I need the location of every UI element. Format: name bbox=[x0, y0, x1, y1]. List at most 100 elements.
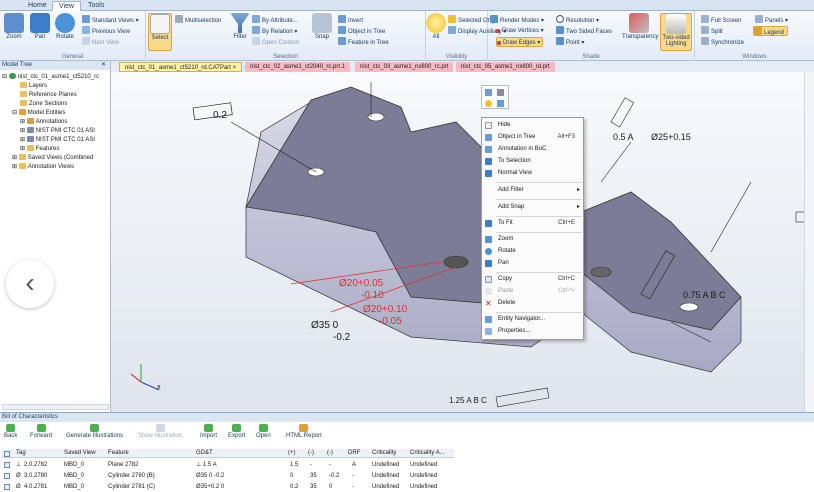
column-nominal[interactable]: (-) bbox=[308, 449, 314, 458]
table-row[interactable]: Ø 3.0.2780 MBD_0 Cylinder 2780 (B) Ø35 0 … bbox=[2, 471, 454, 481]
tab-view[interactable]: View bbox=[52, 1, 82, 11]
two-sided-faces-button[interactable]: Two Sided Faces bbox=[556, 26, 612, 36]
menu-item-paste[interactable]: Paste Ctrl+V bbox=[482, 286, 583, 297]
import-button[interactable]: Import bbox=[200, 424, 217, 439]
tree-item-annotation-views[interactable]: ⊞ Annotation Views bbox=[12, 163, 74, 171]
full-screen-button[interactable]: Full Screen bbox=[701, 15, 741, 25]
snap-button[interactable]: Snap bbox=[312, 13, 332, 40]
tree-item-annotations[interactable]: ⊞ Annotations bbox=[20, 118, 67, 126]
tab-tools[interactable]: Tools bbox=[82, 1, 110, 11]
tree-item-layers[interactable]: Layers bbox=[20, 82, 47, 90]
viewport-scrollbar[interactable] bbox=[804, 72, 814, 412]
split-button[interactable]: Split bbox=[701, 26, 723, 36]
point-button[interactable]: Point ▾ bbox=[556, 37, 584, 47]
resolution-button[interactable]: Resolution ▾ bbox=[556, 15, 599, 25]
tree-item-saved-views[interactable]: ⊞ Saved Views (Combined bbox=[12, 154, 93, 162]
menu-item-to-fit[interactable]: To Fit Ctrl+E bbox=[482, 218, 583, 229]
column-plus[interactable]: (+) bbox=[288, 449, 296, 458]
tab-home[interactable]: Home bbox=[22, 1, 53, 11]
zoom-button[interactable]: Zoom bbox=[4, 13, 24, 40]
panels-button[interactable]: Panels ▾ bbox=[755, 15, 788, 25]
column-gdt[interactable]: GD&T bbox=[196, 449, 213, 458]
previous-view-button[interactable]: Previous View bbox=[82, 26, 130, 36]
tree-item-zone-sections[interactable]: Zone Sections bbox=[20, 100, 67, 108]
draw-vertices-button[interactable]: Draw Vertices ▾ bbox=[496, 26, 544, 36]
menu-item-zoom[interactable]: Zoom bbox=[482, 234, 583, 245]
tree-horizontal-scrollbar[interactable] bbox=[2, 404, 109, 410]
html-report-button[interactable]: HTML Report bbox=[286, 424, 322, 439]
export-button[interactable]: Export bbox=[228, 424, 245, 439]
select-button[interactable]: Select bbox=[148, 13, 172, 51]
doc-tab-3[interactable]: nist_ctc_03_asme1_nx800_rc.prt bbox=[355, 62, 454, 72]
synchronize-button[interactable]: Synchronize bbox=[701, 37, 744, 47]
menu-item-rotate[interactable]: Rotate bbox=[482, 246, 583, 257]
generate-illustrations-button[interactable]: Generate Illustrations bbox=[66, 424, 123, 439]
menu-item-copy[interactable]: Copy Ctrl+C bbox=[482, 274, 583, 285]
transparency-button[interactable]: Transparency bbox=[622, 13, 658, 40]
render-modes-button[interactable]: Render Modes ▾ bbox=[490, 15, 544, 25]
row-checkbox[interactable] bbox=[4, 462, 10, 468]
menu-item-annotation-in-boc[interactable]: Annotation in BoC bbox=[482, 144, 583, 155]
open-context-button[interactable]: Open Context bbox=[252, 37, 299, 47]
column-saved-view[interactable]: Saved View bbox=[64, 449, 96, 458]
standard-views-button[interactable]: Standard Views ▾ bbox=[82, 15, 139, 25]
lightbulb-icon[interactable] bbox=[485, 100, 492, 107]
row-checkbox[interactable] bbox=[4, 473, 10, 479]
pan-button[interactable]: Pan bbox=[30, 13, 50, 40]
forward-icon bbox=[36, 424, 46, 432]
column-tag[interactable]: Tag bbox=[16, 449, 26, 458]
doc-tab-1[interactable]: nist_ctc_01_asme1_ct5210_rd.CATPart × bbox=[119, 62, 243, 72]
tree-item-pmi-2[interactable]: ⊞ NIST PMI CTC 01 ASI bbox=[20, 136, 95, 144]
tree-item-root[interactable]: ⊟ nist_ctc_01_asme1_ct5210_rc bbox=[2, 73, 99, 81]
invert-button[interactable]: Invert bbox=[338, 15, 363, 25]
column-feature[interactable]: Feature bbox=[108, 449, 129, 458]
tree-item-model-entities[interactable]: ⊟ Model Entities bbox=[12, 109, 65, 117]
forward-button[interactable]: Forward bbox=[30, 424, 52, 439]
tree-item-pmi-1[interactable]: ⊞ NIST PMI CTC 01 ASI bbox=[20, 127, 95, 135]
object-in-tree-button[interactable]: Object in Tree bbox=[338, 26, 385, 36]
column-drf[interactable]: DRF bbox=[348, 449, 360, 458]
feature-in-tree-button[interactable]: Feature in Tree bbox=[338, 37, 389, 47]
column-criticality-a[interactable]: Criticality A... bbox=[410, 449, 445, 458]
menu-item-properties[interactable]: Properties... bbox=[482, 326, 583, 337]
filter-button[interactable]: Filter bbox=[230, 13, 250, 40]
menu-item-normal-view[interactable]: Normal View bbox=[482, 168, 583, 179]
menu-item-hide[interactable]: Hide bbox=[482, 120, 583, 131]
doc-tab-4[interactable]: nist_ctc_05_asme1_nx800_rd.prt bbox=[456, 62, 555, 72]
close-icon[interactable]: × bbox=[233, 65, 237, 71]
back-button[interactable]: Back bbox=[4, 424, 17, 439]
menu-item-add-snap[interactable]: Add Snap ▸ bbox=[482, 202, 583, 213]
view-icon[interactable] bbox=[485, 89, 492, 96]
table-row[interactable]: ⊥ 2.0.2782 MBD_0 Plane 2782 ⊥ 1.5 A 1.5 -… bbox=[2, 460, 454, 470]
menu-item-delete[interactable]: ✕ Delete bbox=[482, 298, 583, 309]
open-button[interactable]: Open bbox=[256, 424, 271, 439]
table-row[interactable]: Ø 4.0.2781 MBD_0 Cylinder 2781 (C) Ø35+0.… bbox=[2, 482, 454, 492]
menu-item-pan[interactable]: Pan bbox=[482, 258, 583, 269]
two-sided-lighting-button[interactable]: Two-sided Lighting bbox=[660, 13, 692, 51]
tree-item-features[interactable]: ⊞ Features bbox=[20, 145, 59, 153]
column-criticality[interactable]: Criticality bbox=[372, 449, 396, 458]
legend-button[interactable]: Legend bbox=[753, 26, 789, 36]
tree-item-reference-planes[interactable]: Reference Planes bbox=[20, 91, 77, 99]
by-relation-button[interactable]: By Relation ▾ bbox=[252, 26, 297, 36]
layers-icon[interactable] bbox=[497, 100, 504, 107]
chevron-left-icon[interactable]: ‹ bbox=[6, 260, 54, 308]
show-illustration-button[interactable]: Show Illustration bbox=[138, 424, 182, 439]
rotate-button[interactable]: Rotate bbox=[54, 13, 76, 40]
menu-item-entity-navigator[interactable]: Entity Navigator... bbox=[482, 314, 583, 325]
menu-item-to-selection[interactable]: To Selection bbox=[482, 156, 583, 167]
cube-icon[interactable] bbox=[497, 89, 504, 96]
3d-viewport[interactable]: 0.2 Ø20+0.05 -0.10 Ø20+0.10 -0.05 Ø35 0 … bbox=[111, 72, 814, 412]
column-minus[interactable]: (-) bbox=[327, 449, 333, 458]
close-icon[interactable]: ✕ bbox=[101, 61, 106, 70]
draw-edges-button[interactable]: Draw Edges ▾ bbox=[496, 37, 544, 47]
menu-item-object-in-tree[interactable]: Object in Tree Alt+F3 bbox=[482, 132, 583, 143]
doc-tab-2[interactable]: nist_ctc_02_asme1_ct2040_rc.prt.1 bbox=[245, 62, 351, 72]
menu-item-add-filter[interactable]: Add Filter ▸ bbox=[482, 185, 583, 196]
multiselection-button[interactable]: Multiselection bbox=[175, 15, 221, 25]
next-view-button[interactable]: Next View bbox=[82, 37, 119, 47]
all-button[interactable]: All bbox=[426, 13, 446, 40]
row-checkbox[interactable] bbox=[4, 484, 10, 490]
select-all-checkbox[interactable] bbox=[4, 451, 10, 457]
by-attribute-button[interactable]: By Attribute... bbox=[252, 15, 298, 25]
